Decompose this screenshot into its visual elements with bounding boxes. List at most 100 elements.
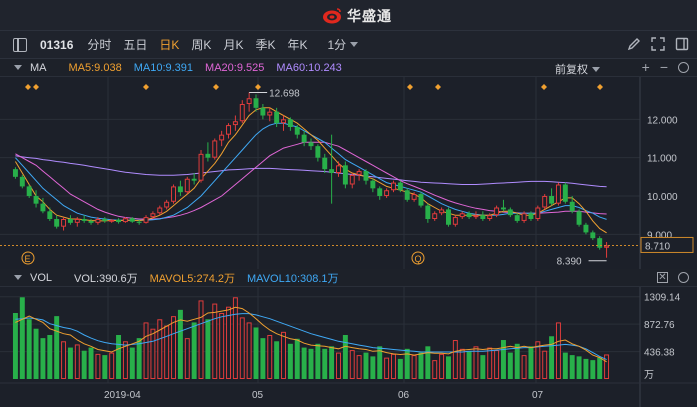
candle[interactable] bbox=[191, 173, 197, 185]
candle[interactable] bbox=[562, 182, 568, 204]
volume-bar[interactable] bbox=[116, 335, 122, 379]
candle[interactable] bbox=[171, 184, 177, 204]
candle[interactable] bbox=[604, 242, 610, 258]
volume-bar[interactable] bbox=[397, 358, 403, 379]
candle[interactable] bbox=[164, 199, 170, 210]
candle[interactable] bbox=[425, 203, 431, 223]
volume-bar[interactable] bbox=[590, 360, 596, 379]
candle[interactable] bbox=[569, 196, 575, 214]
volume-bar[interactable] bbox=[281, 331, 286, 379]
candle[interactable] bbox=[177, 180, 183, 196]
volume-bar[interactable] bbox=[597, 357, 603, 379]
minus-icon[interactable]: − bbox=[660, 60, 668, 74]
candle[interactable] bbox=[205, 142, 211, 162]
volume-bar[interactable] bbox=[555, 322, 561, 379]
volume-bar[interactable] bbox=[342, 335, 348, 379]
volume-chart[interactable]: 1309.14 872.76 436.38 万 2019-04 05 06 07 bbox=[0, 287, 697, 407]
candle[interactable] bbox=[81, 215, 87, 223]
volume-bar[interactable] bbox=[349, 350, 355, 379]
volume-bar[interactable] bbox=[329, 346, 335, 379]
candle[interactable] bbox=[301, 130, 307, 147]
volume-bar[interactable] bbox=[425, 346, 431, 379]
tab-daily-k[interactable]: 日K bbox=[159, 36, 179, 53]
volume-bar[interactable] bbox=[294, 338, 300, 379]
volume-bar[interactable] bbox=[129, 347, 135, 379]
tab-monthly-k[interactable]: 月K bbox=[223, 36, 243, 53]
event-diamond-icon[interactable] bbox=[213, 84, 219, 90]
close-icon[interactable]: ✕ bbox=[657, 272, 668, 283]
candle[interactable] bbox=[281, 115, 286, 131]
tab-yearly-k[interactable]: 年K bbox=[287, 36, 307, 53]
candle[interactable] bbox=[349, 173, 355, 189]
candle[interactable] bbox=[391, 180, 396, 193]
candle[interactable] bbox=[212, 138, 218, 160]
volume-bar[interactable] bbox=[432, 360, 438, 380]
candle[interactable] bbox=[226, 123, 231, 139]
candle[interactable] bbox=[370, 178, 376, 193]
candle[interactable] bbox=[322, 153, 328, 173]
collapse-vol-pane-icon[interactable] bbox=[14, 275, 22, 280]
volume-bar[interactable] bbox=[274, 341, 280, 379]
candle[interactable] bbox=[452, 215, 458, 227]
volume-bar[interactable] bbox=[315, 343, 321, 379]
candle[interactable] bbox=[377, 186, 383, 200]
volume-bar[interactable] bbox=[308, 348, 314, 379]
collapse-main-pane-icon[interactable] bbox=[14, 65, 22, 70]
fullscreen-icon[interactable] bbox=[651, 37, 665, 51]
volume-bar[interactable] bbox=[322, 348, 328, 379]
candle[interactable] bbox=[590, 230, 596, 241]
volume-bar[interactable] bbox=[95, 353, 101, 379]
volume-bar[interactable] bbox=[562, 352, 568, 379]
interval-dropdown[interactable]: 1分 bbox=[327, 36, 359, 53]
adjust-dropdown[interactable]: 前复权 bbox=[555, 61, 600, 77]
candle[interactable] bbox=[47, 207, 53, 221]
candle[interactable] bbox=[102, 217, 108, 223]
volume-bar[interactable] bbox=[157, 319, 163, 379]
candle[interactable] bbox=[514, 213, 520, 223]
volume-bar[interactable] bbox=[521, 355, 527, 380]
volume-bar[interactable] bbox=[583, 358, 589, 379]
candle[interactable] bbox=[480, 211, 486, 221]
volume-bar[interactable] bbox=[47, 335, 53, 379]
volume-bar[interactable] bbox=[452, 340, 458, 379]
volume-bar[interactable] bbox=[184, 338, 190, 379]
candlestick-chart[interactable]: 12.00011.00010.0009.00012.6988.3908.710E… bbox=[0, 77, 697, 269]
volume-bar[interactable] bbox=[12, 313, 18, 379]
event-diamond-icon[interactable] bbox=[597, 84, 603, 90]
volume-bar[interactable] bbox=[253, 327, 259, 379]
volume-bar[interactable] bbox=[411, 355, 417, 380]
candle[interactable] bbox=[54, 215, 60, 229]
candle[interactable] bbox=[597, 236, 603, 250]
tab-quarterly-k[interactable]: 季K bbox=[255, 36, 275, 53]
volume-bar[interactable] bbox=[81, 350, 87, 379]
candle[interactable] bbox=[143, 215, 149, 224]
volume-bar[interactable] bbox=[445, 356, 451, 379]
volume-bar[interactable] bbox=[363, 352, 369, 379]
volume-bar[interactable] bbox=[542, 350, 548, 380]
candle[interactable] bbox=[308, 138, 314, 151]
volume-bar[interactable] bbox=[370, 356, 376, 379]
volume-bar[interactable] bbox=[267, 335, 273, 379]
tab-five-day[interactable]: 五日 bbox=[123, 36, 147, 53]
volume-bar[interactable] bbox=[33, 328, 39, 379]
volume-bar[interactable] bbox=[336, 352, 341, 379]
volume-bar[interactable] bbox=[301, 347, 307, 379]
candle[interactable] bbox=[583, 222, 589, 235]
volume-bar[interactable] bbox=[480, 355, 486, 379]
candle[interactable] bbox=[336, 161, 341, 177]
volume-bar[interactable] bbox=[466, 351, 472, 379]
volume-bar[interactable] bbox=[26, 319, 32, 379]
volume-bar[interactable] bbox=[260, 338, 266, 379]
volume-bar[interactable] bbox=[528, 346, 534, 379]
volume-bar[interactable] bbox=[232, 297, 238, 380]
volume-bar[interactable] bbox=[61, 341, 67, 379]
pencil-icon[interactable] bbox=[627, 37, 641, 51]
tab-intraday[interactable]: 分时 bbox=[87, 36, 111, 53]
settings-icon[interactable] bbox=[678, 272, 689, 283]
settings-icon[interactable] bbox=[678, 62, 689, 73]
candle[interactable] bbox=[459, 211, 465, 219]
candle[interactable] bbox=[445, 207, 451, 227]
event-diamond-icon[interactable] bbox=[33, 84, 39, 90]
volume-bar[interactable] bbox=[150, 328, 156, 379]
candle[interactable] bbox=[116, 218, 122, 224]
